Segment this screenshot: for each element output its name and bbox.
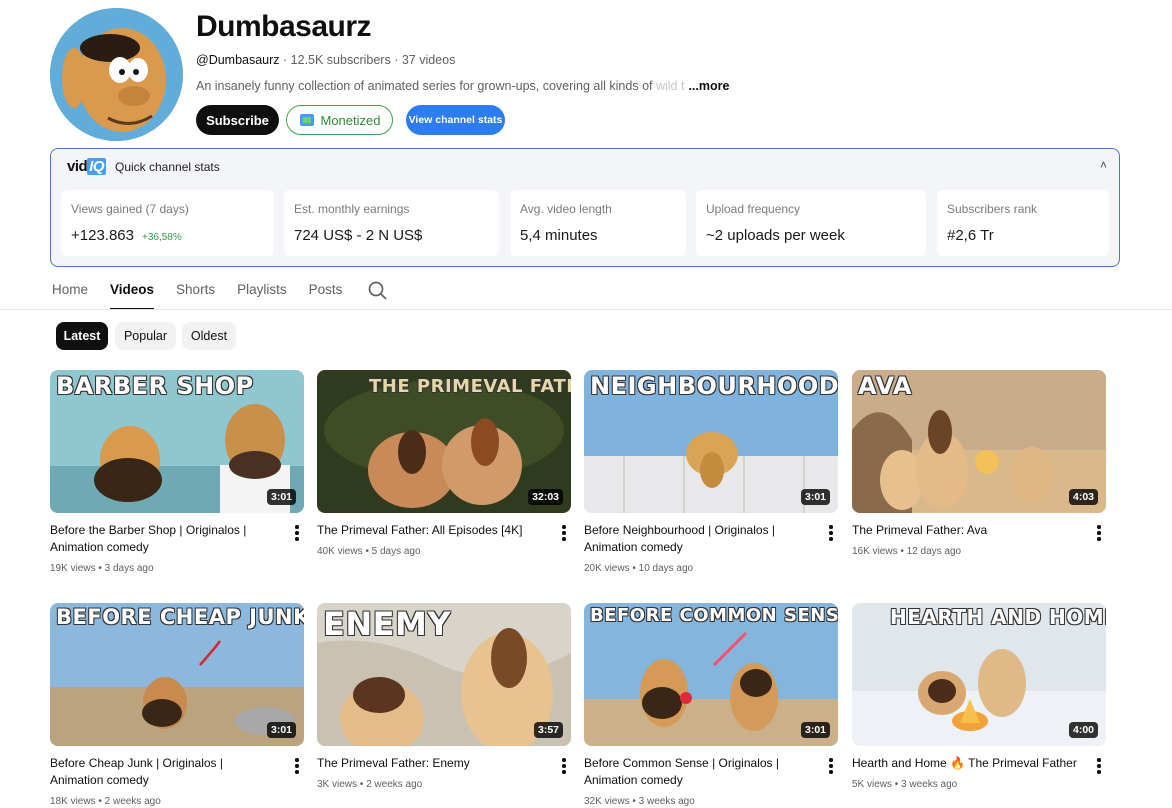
video-thumbnail[interactable]: THE PRIMEVAL FATHER 32:03 [317,370,571,513]
video-duration: 3:01 [800,722,830,738]
vidiq-logo-vid: vid [67,158,88,175]
video-thumbnail[interactable]: AVA 4:03 [852,370,1106,513]
video-meta: 16K views • 12 days ago [852,546,962,557]
stat-delta: +36,58% [141,232,182,243]
chip-oldest[interactable]: Oldest [182,322,236,350]
more-options-icon[interactable] [294,758,300,774]
more-options-icon[interactable] [1096,525,1102,541]
video-duration: 4:00 [1068,722,1098,738]
more-link[interactable]: ...more [688,79,729,93]
thumbnail-title: BEFORE CHEAP JUNK [56,605,304,629]
video-meta: 18K views • 2 weeks ago [50,796,161,807]
stat-label: Upload frequency [706,202,801,216]
video-title[interactable]: Before Cheap Junk | Originalos | Animati… [50,755,278,789]
video-duration: 32:03 [528,489,563,505]
video-meta: 5K views • 3 weeks ago [852,779,958,790]
vidiq-title: Quick channel stats [115,160,220,174]
more-options-icon[interactable] [828,758,834,774]
channel-handle: @Dumbasaurz [196,53,280,67]
vidiq-quick-stats-panel: vid IQ Quick channel stats ˄ Views gained… [50,148,1120,267]
vidiq-logo-iq: IQ [87,158,107,175]
collapse-chevron-icon[interactable]: ˄ [1100,158,1107,172]
more-options-icon[interactable] [294,525,300,541]
tab-posts[interactable]: Posts [309,282,343,310]
video-title[interactable]: The Primeval Father: All Episodes [4K] [317,522,545,539]
thumbnail-title: HEARTH AND HOME [890,605,1106,629]
video-thumbnail[interactable]: BEFORE COMMON SENSE 3:01 [584,603,838,746]
stat-value: +123.863 +36,58% [71,227,182,244]
stat-card-subscribers-rank: Subscribers rank #2,6 Tr [937,190,1109,256]
video-thumbnail[interactable]: HEARTH AND HOME 4:00 [852,603,1106,746]
channel-name: Dumbasaurz [196,10,372,43]
description-fade: wild t [655,79,685,93]
monetized-label: Monetized [320,112,381,128]
stat-card-upload-frequency: Upload frequency ~2 uploads per week [696,190,926,256]
stat-value: 5,4 minutes [520,227,598,244]
subscribe-button[interactable]: Subscribe [196,105,279,135]
video-title[interactable]: The Primeval Father: Ava [852,522,1080,539]
thumbnail-title: BARBER SHOP [56,372,254,400]
video-title[interactable]: Before the Barber Shop | Originalos | An… [50,522,278,556]
tab-shorts[interactable]: Shorts [176,282,215,310]
video-meta: 3K views • 2 weeks ago [317,779,423,790]
video-title[interactable]: Before Neighbourhood | Originalos | Anim… [584,522,812,556]
more-options-icon[interactable] [561,525,567,541]
thumbnail-title: AVA [858,372,912,400]
video-duration: 3:57 [533,722,563,738]
tab-home[interactable]: Home [52,282,88,310]
video-duration: 3:01 [800,489,830,505]
more-options-icon[interactable] [1096,758,1102,774]
stat-label: Est. monthly earnings [294,202,410,216]
video-meta: 20K views • 10 days ago [584,563,694,574]
stat-label: Views gained (7 days) [71,202,189,216]
channel-stats: · 12.5K subscribers · 37 videos [279,53,456,67]
video-duration: 3:01 [266,489,296,505]
thumbnail-title: ENEMY [323,605,452,643]
video-thumbnail[interactable]: ENEMY 3:57 [317,603,571,746]
vidiq-logo: vid IQ [67,158,107,175]
stat-card-video-length: Avg. video length 5,4 minutes [510,190,686,256]
stat-value-text: +123.863 [71,227,134,244]
video-title[interactable]: The Primeval Father: Enemy [317,755,545,772]
video-meta: 19K views • 3 days ago [50,563,154,574]
monetization-icon [299,114,314,126]
thumbnail-title: NEIGHBOURHOOD [590,372,838,400]
video-meta: 32K views • 3 weeks ago [584,796,695,807]
channel-tabs: Home Videos Shorts Playlists Posts [52,282,364,310]
stat-value: ~2 uploads per week [706,227,845,244]
tab-videos[interactable]: Videos [110,282,155,310]
video-thumbnail[interactable]: BARBER SHOP 3:01 [50,370,304,513]
thumbnail-title: THE PRIMEVAL FATHER [369,376,571,397]
stat-card-views: Views gained (7 days) +123.863 +36,58% [61,190,274,256]
stat-card-earnings: Est. monthly earnings 724 US$ - 2 N US$ [284,190,499,256]
video-thumbnail[interactable]: BEFORE CHEAP JUNK 3:01 [50,603,304,746]
thumbnail-title: BEFORE COMMON SENSE [590,605,838,626]
channel-description[interactable]: An insanely funny collection of animated… [196,79,729,93]
view-channel-stats-button[interactable]: View channel stats [406,105,505,135]
stat-label: Subscribers rank [947,202,1038,216]
video-duration: 4:03 [1068,489,1098,505]
description-text: An insanely funny collection of animated… [196,79,656,93]
chip-latest[interactable]: Latest [56,322,108,350]
channel-meta: @Dumbasaurz · 12.5K subscribers · 37 vid… [196,53,455,67]
channel-avatar[interactable] [50,8,183,141]
stat-value: 724 US$ - 2 N US$ [294,227,423,244]
video-duration: 3:01 [266,722,296,738]
monetized-button[interactable]: Monetized [286,105,393,135]
tab-playlists[interactable]: Playlists [237,282,287,310]
tabs-divider [0,309,1172,310]
video-thumbnail[interactable]: NEIGHBOURHOOD 3:01 [584,370,838,513]
video-title[interactable]: Before Common Sense | Originalos | Anima… [584,755,812,789]
video-title[interactable]: Hearth and Home 🔥 The Primeval Father [852,755,1080,772]
more-options-icon[interactable] [828,525,834,541]
stat-value: #2,6 Tr [947,227,994,244]
video-meta: 40K views • 5 days ago [317,546,421,557]
chip-popular[interactable]: Popular [115,322,176,350]
stat-label: Avg. video length [520,202,612,216]
more-options-icon[interactable] [561,758,567,774]
search-icon[interactable] [368,281,388,301]
